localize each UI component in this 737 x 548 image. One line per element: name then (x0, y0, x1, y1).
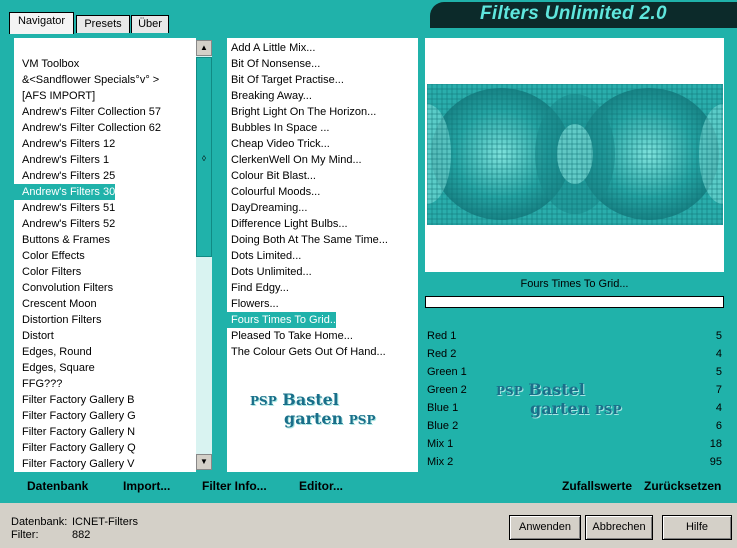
filter-item[interactable]: Flowers... (227, 296, 279, 312)
slider-value: 7 (715, 384, 722, 396)
tab-presets[interactable]: Presets (76, 15, 130, 33)
filter-item[interactable]: Doing Both At The Same Time... (227, 232, 388, 248)
slider-value: 95 (709, 456, 722, 468)
slider-value: 4 (715, 402, 722, 414)
watermark-logo: PSP Bastel garten PSP (250, 390, 376, 428)
tab-strip: Navigator Presets Über (0, 0, 420, 36)
slider-handle[interactable] (431, 376, 445, 383)
category-item[interactable]: Andrew's Filters 25 (14, 168, 115, 184)
scroll-down-button[interactable]: ▼ (196, 454, 212, 470)
category-item[interactable]: Andrew's Filters 1 (14, 152, 109, 168)
category-item[interactable]: Andrew's Filters 12 (14, 136, 115, 152)
filter-item[interactable]: Find Edgy... (227, 280, 289, 296)
category-item[interactable]: Andrew's Filter Collection 62 (14, 120, 161, 136)
category-item[interactable]: Buttons & Frames (14, 232, 110, 248)
filter-item[interactable]: Bit Of Target Practise... (227, 72, 344, 88)
slider-value: 6 (715, 420, 722, 432)
slider-handle[interactable] (431, 340, 445, 347)
current-filter-name: Fours Times To Grid... (520, 278, 629, 290)
tab-uber[interactable]: Über (131, 15, 169, 33)
slider-row[interactable]: Mix 1 18 (425, 437, 724, 455)
app-title: Filters Unlimited 2.0 (480, 3, 667, 24)
category-item[interactable]: VM Toolbox (14, 56, 79, 72)
category-item[interactable]: Andrew's Filters 52 (14, 216, 115, 232)
category-item[interactable]: Andrew's Filters 51 (14, 200, 115, 216)
zufallswerte-button[interactable]: Zufallswerte (562, 479, 632, 493)
slider-handle[interactable] (530, 466, 544, 473)
category-item[interactable]: Distort (14, 328, 54, 344)
slider-label: Mix 2 (427, 456, 454, 468)
category-item[interactable]: Filter Factory Gallery B (14, 392, 134, 408)
zuruecksetzen-button[interactable]: Zurücksetzen (644, 479, 721, 493)
filter-item[interactable]: ClerkenWell On My Mind... (227, 152, 362, 168)
category-item[interactable]: Filter Factory Gallery G (14, 408, 136, 424)
filter-count-value: 882 (72, 529, 91, 541)
help-button[interactable]: Hilfe (662, 515, 732, 540)
slider-row[interactable]: Mix 2 95 (425, 455, 724, 473)
filter-item[interactable]: Dots Limited... (227, 248, 301, 264)
category-item[interactable]: Crescent Moon (14, 296, 97, 312)
slider-value: 4 (715, 348, 722, 360)
category-item[interactable]: Andrew's Filters 30 (14, 184, 116, 200)
import-button[interactable]: Import... (123, 479, 170, 493)
category-item[interactable]: Filter Factory Gallery N (14, 424, 135, 440)
scroll-thumb[interactable]: ◊ (196, 57, 212, 257)
slider-handle[interactable] (430, 358, 444, 365)
category-item[interactable]: Andrew's Filter Collection 57 (14, 104, 161, 120)
cancel-button[interactable]: Abbrechen (585, 515, 653, 540)
category-item[interactable]: Filter Factory Gallery V (14, 456, 134, 472)
datenbank-label: Datenbank: (11, 516, 68, 528)
filter-item[interactable]: Breaking Away... (227, 88, 312, 104)
category-item[interactable]: FFG??? (14, 376, 62, 392)
filter-item[interactable]: Colourful Moods... (227, 184, 320, 200)
filter-item[interactable]: Colour Bit Blast... (227, 168, 316, 184)
category-scrollbar[interactable]: ▲ ◊ ▼ (196, 40, 212, 470)
filter-item[interactable]: Pleased To Take Home... (227, 328, 353, 344)
filter-item[interactable]: Difference Light Bulbs... (227, 216, 348, 232)
category-item[interactable]: [AFS IMPORT] (14, 88, 95, 104)
filter-item[interactable]: Bubbles In Space ... (227, 120, 329, 136)
filter-item[interactable]: Bit Of Nonsense... (227, 56, 320, 72)
slider-value: 5 (715, 330, 722, 342)
filter-info-button[interactable]: Filter Info... (202, 479, 267, 493)
slider-track[interactable] (425, 471, 724, 473)
slider-row[interactable]: Red 24 (425, 347, 724, 365)
slider-value: 5 (715, 366, 722, 378)
datenbank-value: ICNET-Filters (72, 516, 138, 528)
slider-handle[interactable] (433, 394, 447, 401)
slider-handle[interactable] (432, 430, 446, 437)
category-item[interactable]: Filter Factory Gallery Q (14, 440, 136, 456)
preview-panel (425, 38, 724, 272)
slider-row[interactable]: Blue 26 (425, 419, 724, 437)
filter-item[interactable]: Bright Light On The Horizon... (227, 104, 376, 120)
filter-item[interactable]: The Colour Gets Out Of Hand... (227, 344, 386, 360)
filter-item[interactable]: Add A Little Mix... (227, 40, 315, 56)
filter-item[interactable]: Dots Unlimited... (227, 264, 312, 280)
preview-image (427, 84, 723, 225)
apply-button[interactable]: Anwenden (509, 515, 581, 540)
datenbank-button[interactable]: Datenbank (27, 479, 88, 493)
filter-count-label: Filter: (11, 529, 39, 541)
filter-item[interactable]: Cheap Video Trick... (227, 136, 330, 152)
slider-handle[interactable] (445, 448, 459, 455)
progress-bar (425, 296, 724, 308)
slider-value: 18 (709, 438, 722, 450)
category-item[interactable]: Edges, Round (14, 344, 92, 360)
category-item[interactable]: &<Sandflower Specials°v° > (14, 72, 159, 88)
slider-row[interactable]: Red 15 (425, 329, 724, 347)
watermark-logo-2: PSP Bastel garten PSP (496, 380, 622, 418)
category-item[interactable]: Color Filters (14, 264, 81, 280)
tab-navigator[interactable]: Navigator (9, 12, 74, 34)
filter-item[interactable]: Fours Times To Grid... (227, 312, 339, 328)
category-item[interactable]: Edges, Square (14, 360, 95, 376)
slider-handle[interactable] (430, 412, 444, 419)
filter-item[interactable]: DayDreaming... (227, 200, 307, 216)
category-list[interactable]: VM Toolbox &<Sandflower Specials°v° > [AFS… (14, 38, 196, 472)
category-item[interactable]: Distortion Filters (14, 312, 101, 328)
category-item[interactable]: Color Effects (14, 248, 85, 264)
scroll-up-button[interactable]: ▲ (196, 40, 212, 56)
filters-unlimited-window: Navigator Presets Über Filters Unlimited… (0, 0, 737, 548)
editor-button[interactable]: Editor... (299, 479, 343, 493)
category-item[interactable]: Convolution Filters (14, 280, 113, 296)
